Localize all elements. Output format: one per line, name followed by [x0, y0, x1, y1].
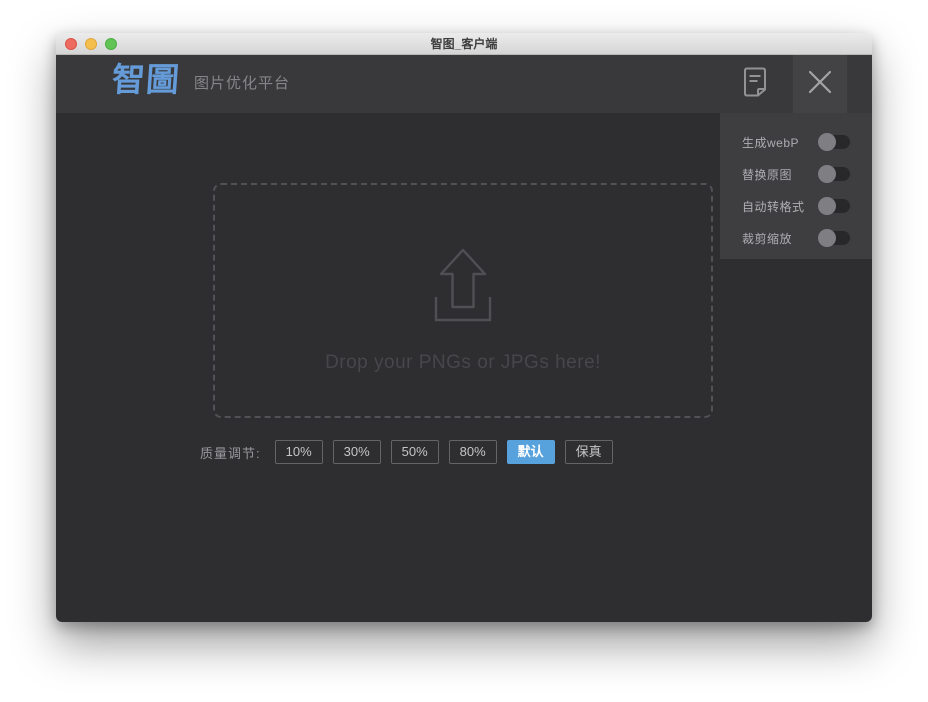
quality-option-default[interactable]: 默认 [507, 440, 555, 464]
close-icon [807, 69, 833, 100]
setting-row-replace: 替换原图 [742, 158, 872, 190]
setting-label: 裁剪缩放 [742, 230, 820, 247]
dropzone[interactable]: Drop your PNGs or JPGs here! [213, 183, 713, 418]
changelog-button[interactable] [728, 55, 782, 113]
quality-option-80[interactable]: 80% [449, 440, 497, 464]
dropzone-message: Drop your PNGs or JPGs here! [325, 352, 601, 374]
main-content: Drop your PNGs or JPGs here! 质量调节: 10% 3… [56, 113, 872, 622]
setting-row-autoconvert: 自动转格式 [742, 190, 872, 222]
quality-option-50[interactable]: 50% [391, 440, 439, 464]
toggle-knob [818, 229, 836, 247]
close-window-button[interactable] [65, 38, 77, 50]
app-logo: 智圖 [111, 62, 182, 98]
toggle-crop-scale[interactable] [820, 231, 850, 245]
minimize-window-button[interactable] [85, 38, 97, 50]
settings-panel: 生成webP 替换原图 自动转格式 裁剪缩放 [720, 113, 872, 259]
titlebar: 智图_客户端 [56, 33, 872, 55]
upload-icon [434, 248, 492, 322]
quality-option-lossless[interactable]: 保真 [565, 440, 613, 464]
desktop: 智图_客户端 智圖 图片优化平台 [0, 0, 928, 702]
setting-row-cropscale: 裁剪缩放 [742, 222, 872, 254]
app-window: 智图_客户端 智圖 图片优化平台 [56, 33, 872, 622]
traffic-lights [65, 33, 117, 55]
changelog-icon [743, 67, 767, 102]
fullscreen-window-button[interactable] [105, 38, 117, 50]
quality-label: 质量调节: [200, 443, 261, 462]
setting-label: 自动转格式 [742, 198, 820, 215]
quality-option-10[interactable]: 10% [275, 440, 323, 464]
setting-label: 生成webP [742, 134, 820, 151]
quality-option-30[interactable]: 30% [333, 440, 381, 464]
app-subtitle: 图片优化平台 [194, 72, 290, 93]
toggle-knob [818, 165, 836, 183]
quality-selector: 质量调节: 10% 30% 50% 80% 默认 保真 [200, 440, 623, 464]
setting-row-webp: 生成webP [742, 126, 872, 158]
toggle-knob [818, 133, 836, 151]
toggle-knob [818, 197, 836, 215]
app-header: 智圖 图片优化平台 [56, 55, 872, 113]
window-title: 智图_客户端 [56, 33, 872, 55]
toggle-generate-webp[interactable] [820, 135, 850, 149]
brand: 智圖 图片优化平台 [112, 62, 290, 98]
toggle-replace-original[interactable] [820, 167, 850, 181]
toggle-auto-convert[interactable] [820, 199, 850, 213]
setting-label: 替换原图 [742, 166, 820, 183]
close-settings-button[interactable] [793, 55, 847, 113]
